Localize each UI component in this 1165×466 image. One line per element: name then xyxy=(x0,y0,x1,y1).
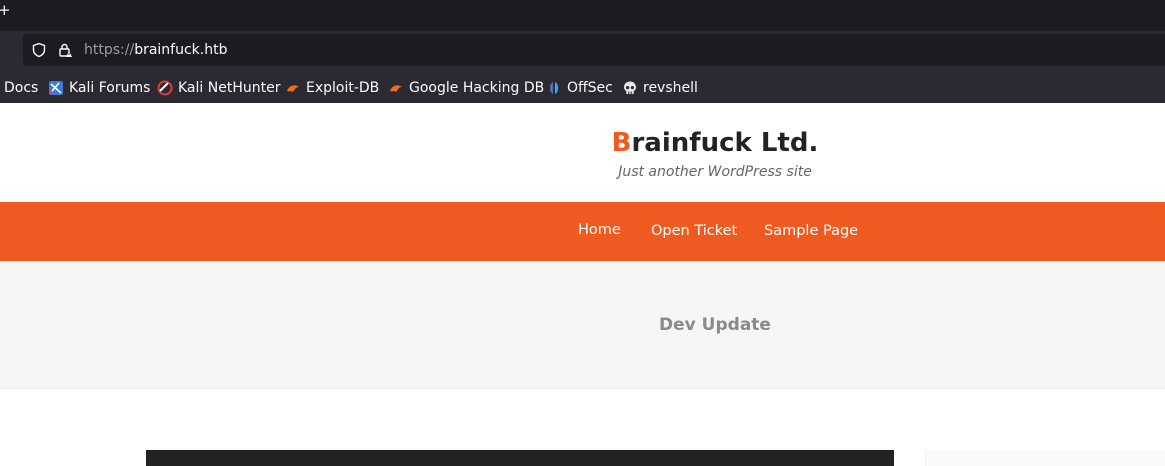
url-text[interactable]: https://brainfuck.htb xyxy=(84,34,227,66)
offsec-icon xyxy=(550,81,558,94)
site-title-first-letter: B xyxy=(611,128,632,158)
url-bar[interactable]: https://brainfuck.htb xyxy=(23,34,1165,66)
site-title-rest: rainfuck Ltd. xyxy=(631,128,819,158)
skull-icon xyxy=(624,81,636,94)
page-title: Dev Update xyxy=(659,315,771,335)
sidebar-widget xyxy=(925,450,1165,466)
url-scheme: https:// xyxy=(84,42,135,58)
navigation-toolbar: https://brainfuck.htb xyxy=(0,31,1165,72)
bookmark-label: Kali NetHunter xyxy=(178,79,281,96)
site-tagline: Just another WordPress site xyxy=(618,164,812,180)
page-title-banner: Dev Update xyxy=(0,261,1165,389)
bookmark-label: OffSec xyxy=(567,79,613,96)
bookmark-docs[interactable]: Docs xyxy=(4,72,38,103)
bookmark-label: revshell xyxy=(643,79,698,96)
insecure-lock-icon[interactable] xyxy=(57,42,73,58)
tab-strip: + xyxy=(0,0,1165,31)
exploitdb-icon xyxy=(287,84,299,92)
bookmark-google-hacking-db[interactable]: Google Hacking DB xyxy=(388,72,544,103)
bookmark-revshell[interactable]: revshell xyxy=(622,72,698,103)
nethunter-icon xyxy=(157,80,173,95)
bookmark-label: Exploit-DB xyxy=(306,79,380,96)
ghdb-icon xyxy=(390,84,402,92)
menu-item-sample-page[interactable]: Sample Page xyxy=(764,202,858,260)
kali-forums-icon xyxy=(49,80,63,95)
menu-item-home[interactable]: Home xyxy=(578,202,621,259)
bookmark-label: Google Hacking DB xyxy=(409,79,545,96)
bookmark-label: Kali Forums xyxy=(69,79,151,96)
bookmark-kali-nethunter[interactable]: Kali NetHunter xyxy=(157,72,280,103)
primary-menu: Home Open Ticket Sample Page xyxy=(0,202,1165,261)
site-header: Brainfuck Ltd. Just another WordPress si… xyxy=(0,103,1165,202)
bookmark-offsec[interactable]: OffSec xyxy=(546,72,613,103)
menu-item-open-ticket[interactable]: Open Ticket xyxy=(651,202,737,260)
post-featured-image xyxy=(146,450,894,466)
bookmarks-toolbar: Docs Kali Forums Kali NetHunter Exploit-… xyxy=(0,72,1165,104)
bookmark-kali-forums[interactable]: Kali Forums xyxy=(48,72,150,103)
tracking-protection-shield-icon[interactable] xyxy=(31,42,47,58)
bookmark-exploit-db[interactable]: Exploit-DB xyxy=(285,72,379,103)
bookmark-label: Docs xyxy=(4,79,39,96)
url-host: brainfuck.htb xyxy=(134,42,228,58)
new-tab-plus-icon[interactable]: + xyxy=(0,0,11,20)
site-title[interactable]: Brainfuck Ltd. xyxy=(0,128,1165,158)
